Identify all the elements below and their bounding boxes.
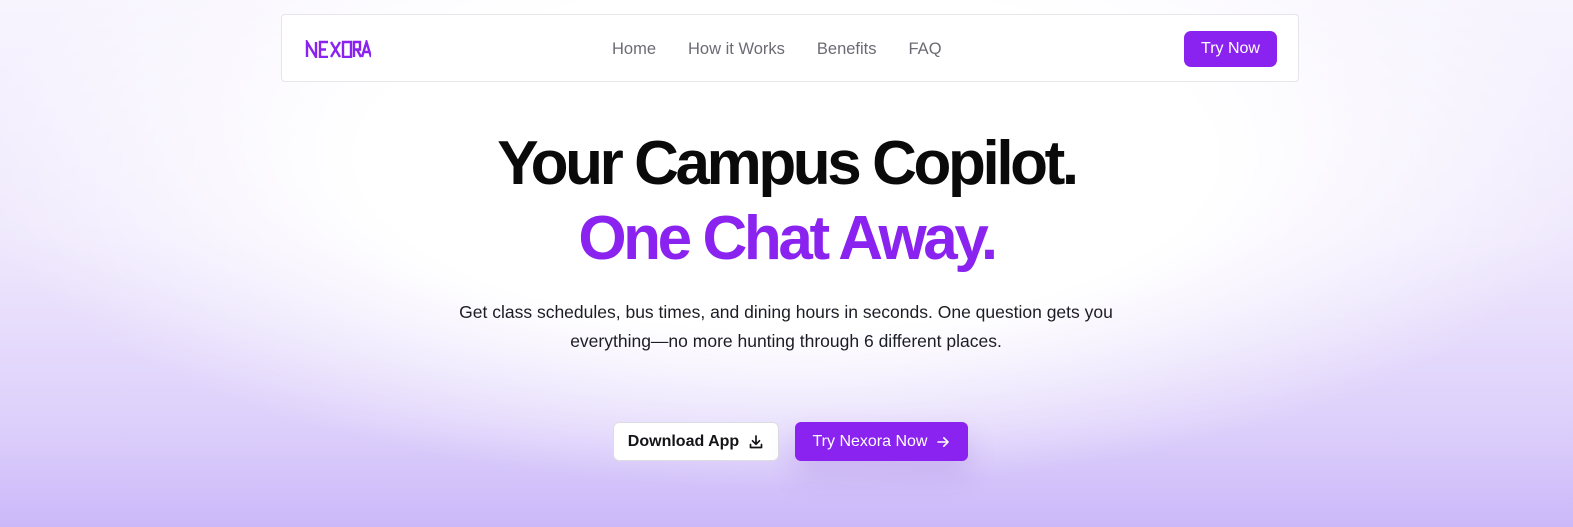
try-now-button[interactable]: Try Now [1184, 31, 1277, 67]
nav-link-home[interactable]: Home [612, 40, 656, 59]
logo-mark-icon [305, 40, 371, 58]
hero-subtitle-line1: Get class schedules, bus times, and dini… [459, 302, 1113, 322]
hero-headline-line1: Your Campus Copilot. [497, 129, 1079, 198]
hero-subtitle: Get class schedules, bus times, and dini… [436, 298, 1136, 356]
nav-link-how-it-works[interactable]: How it Works [688, 40, 785, 59]
nav-link-faq[interactable]: FAQ [909, 40, 942, 59]
try-nexora-button[interactable]: Try Nexora Now [795, 422, 968, 461]
hero-headline-line2: One Chat Away. [578, 204, 998, 273]
main-nav: Home How it Works Benefits FAQ [612, 15, 942, 83]
nexora-logo[interactable]: NEXORA [305, 40, 371, 58]
try-nexora-label: Try Nexora Now [812, 432, 928, 450]
nav-link-benefits[interactable]: Benefits [817, 40, 877, 59]
hero-subtitle-line2: everything—no more hunting through 6 dif… [570, 331, 1002, 351]
download-icon [748, 434, 764, 450]
arrow-right-icon [936, 435, 950, 449]
download-app-button[interactable]: Download App [613, 422, 779, 461]
download-app-label: Download App [627, 432, 740, 450]
navbar: NEXORA Home How it Works Benefits FAQ T [281, 14, 1299, 82]
